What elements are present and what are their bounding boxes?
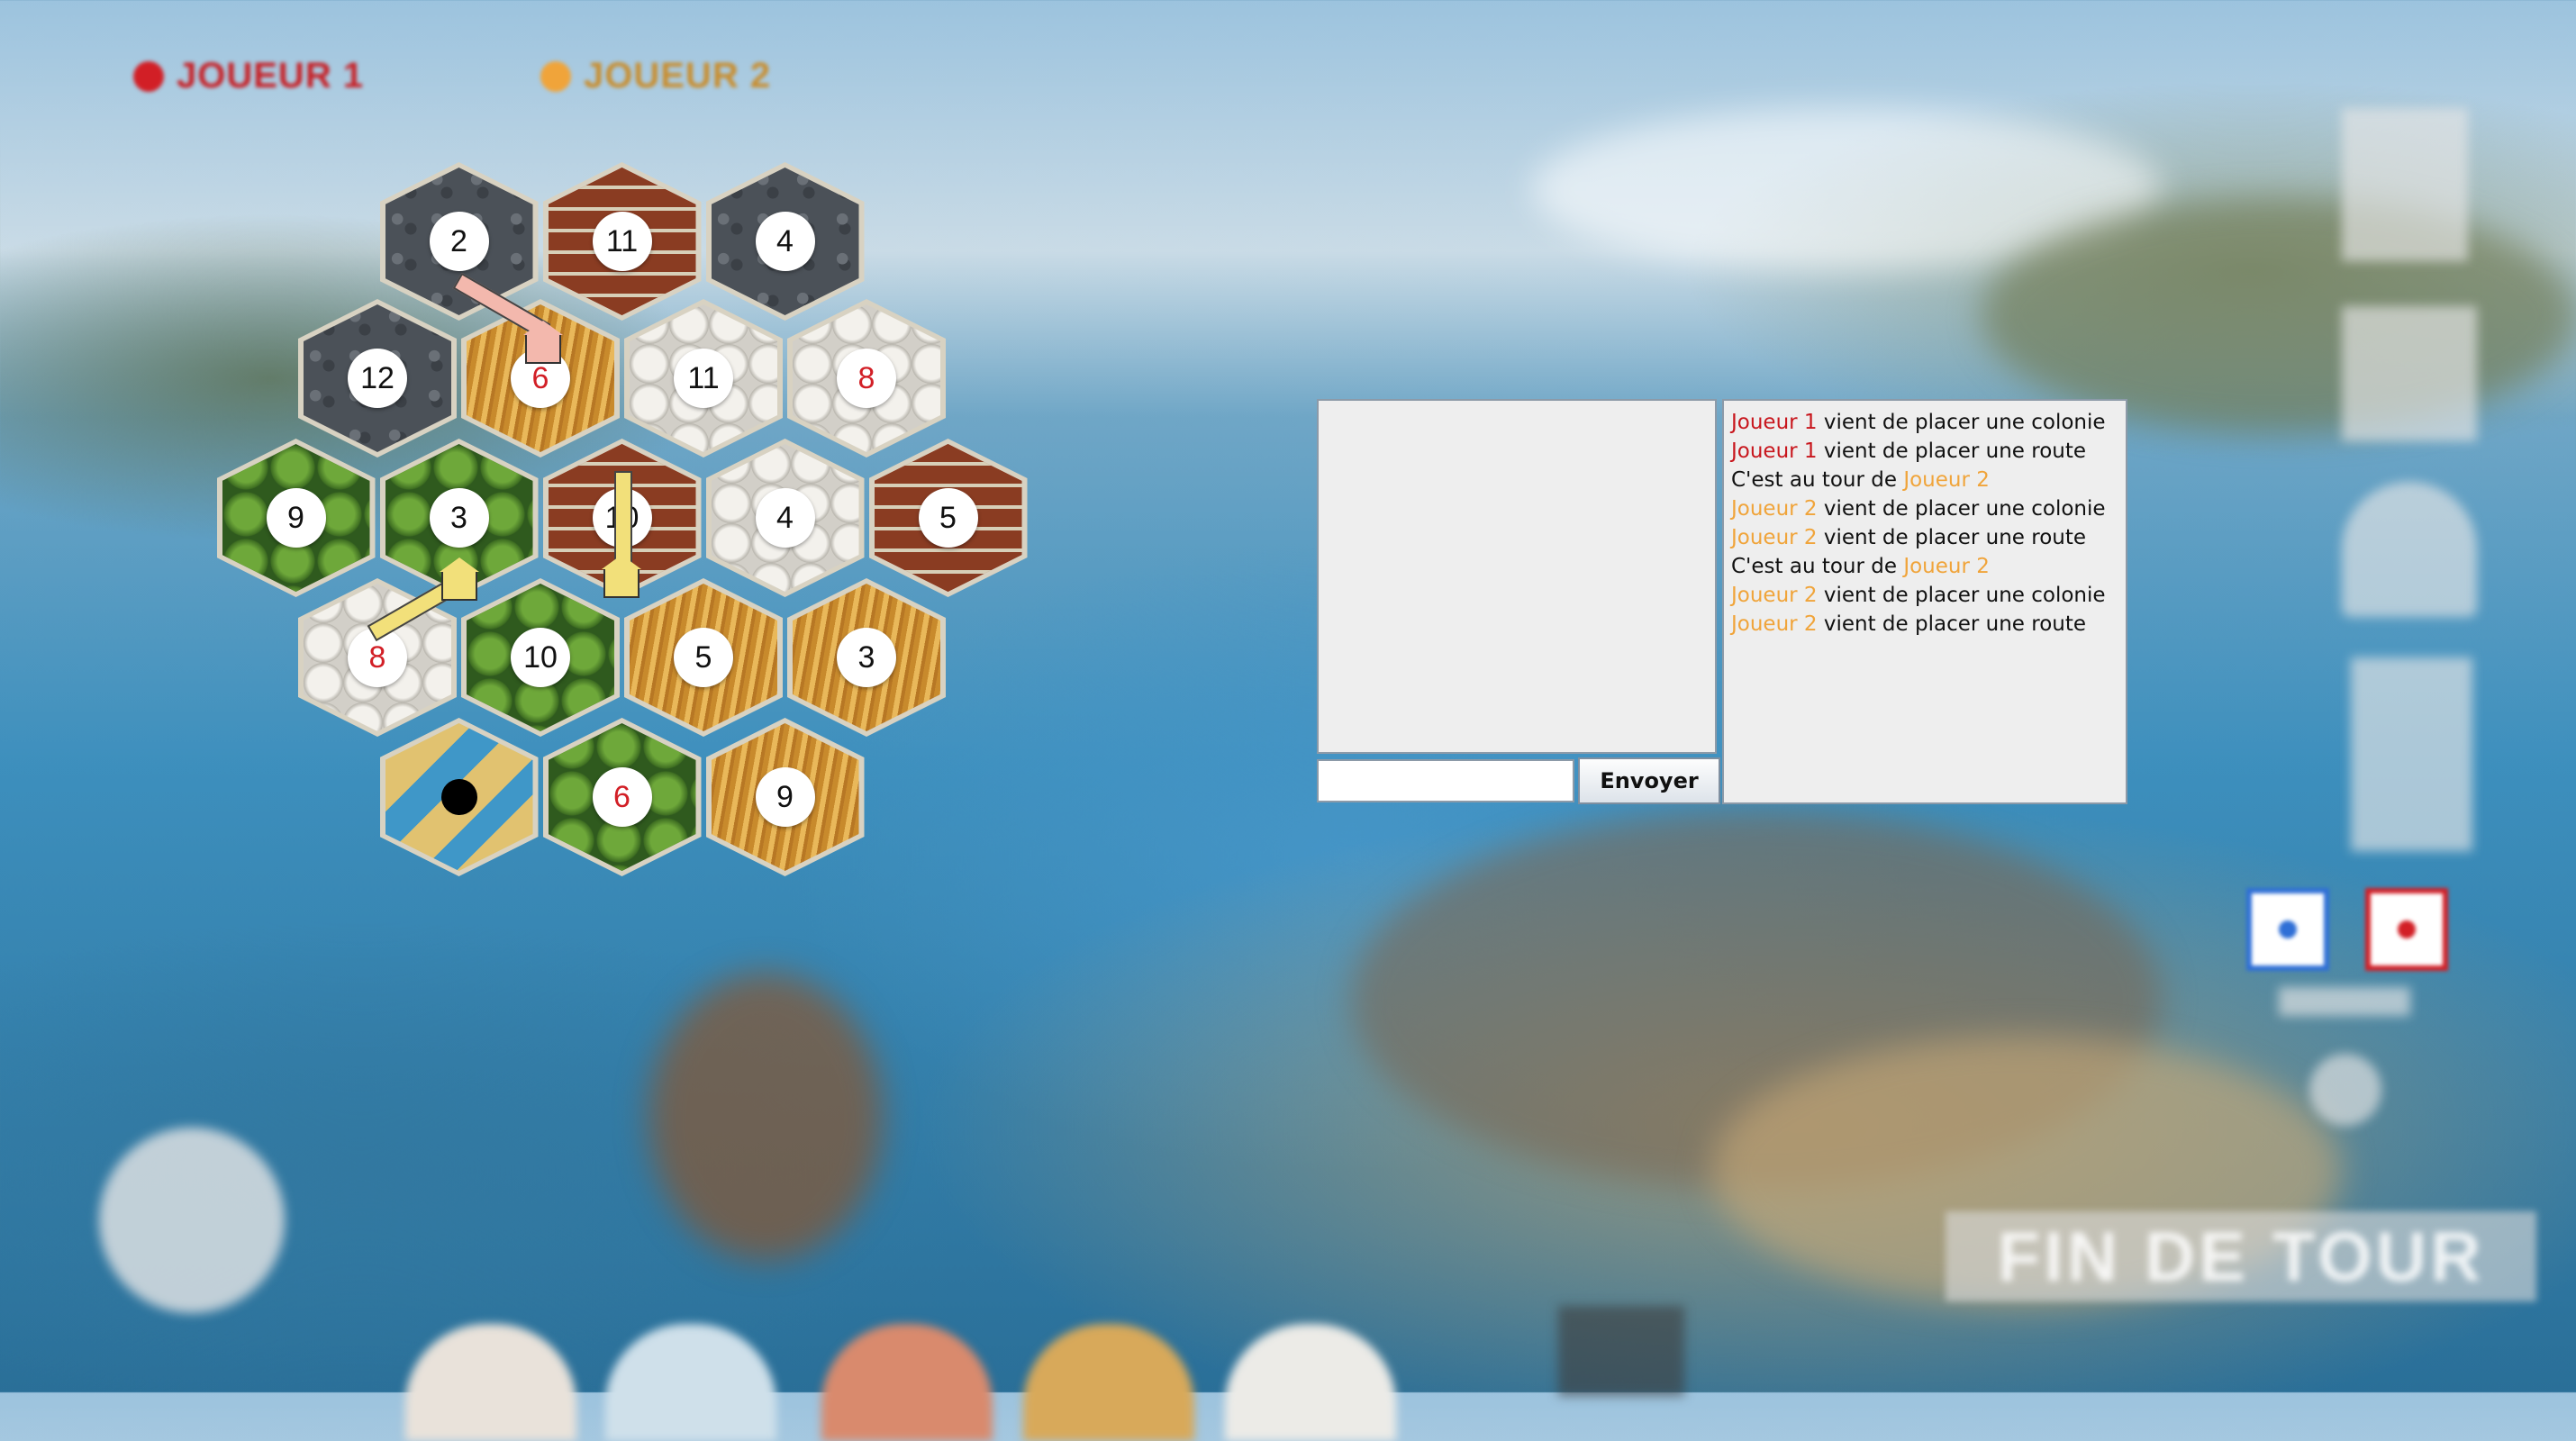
send-button[interactable]: Envoyer [1578, 757, 1720, 804]
number-token: 3 [837, 628, 896, 687]
die-blue[interactable] [2246, 888, 2329, 971]
log-line: Joueur 2 vient de placer une colonie [1731, 581, 2118, 610]
number-token: 11 [592, 212, 652, 271]
resource-card-brick[interactable] [821, 1324, 993, 1441]
number-token: 9 [266, 488, 326, 548]
die-red[interactable] [2365, 888, 2448, 971]
resource-card-brick[interactable] [405, 1324, 576, 1441]
card-stack-3[interactable] [2342, 482, 2477, 617]
dev-card-slot[interactable] [1558, 1306, 1684, 1396]
number-token: 4 [755, 488, 815, 548]
road-player-2 [614, 471, 632, 565]
number-token: 11 [674, 349, 733, 408]
log-text: vient de placer une route [1817, 526, 2087, 549]
log-line: Joueur 2 vient de placer une route [1731, 610, 2118, 639]
log-text: vient de placer une colonie [1817, 411, 2106, 434]
number-token: 5 [918, 488, 978, 548]
robber-icon[interactable] [440, 779, 477, 815]
log-text: vient de placer une colonie [1817, 584, 2106, 607]
resource-card-wool[interactable] [1225, 1324, 1396, 1441]
number-token: 5 [674, 628, 733, 687]
game-log[interactable]: Joueur 1 vient de placer une colonie Joue… [1722, 399, 2127, 804]
log-line: Joueur 2 vient de placer une route [1731, 523, 2118, 552]
log-text: C'est au tour de [1731, 555, 1904, 578]
resource-card-ore[interactable] [605, 1324, 776, 1441]
end-turn-button[interactable]: FIN DE TOUR [1946, 1211, 2536, 1301]
card-stack-2[interactable] [2342, 306, 2477, 441]
card-stack-1[interactable] [2342, 108, 2468, 261]
log-line: C'est au tour de Joueur 2 [1731, 466, 2118, 494]
number-token: 4 [755, 212, 815, 271]
player-name: Joueur 2 [1731, 612, 1818, 636]
number-token: 6 [592, 767, 652, 827]
log-line: Joueur 1 vient de placer une route [1731, 437, 2118, 466]
number-token: 2 [429, 212, 489, 271]
card-stack-4[interactable] [2351, 657, 2472, 851]
number-token: 12 [348, 349, 407, 408]
player-name: Joueur 1 [1731, 411, 1818, 434]
log-text: vient de placer une route [1817, 612, 2087, 636]
log-line: C'est au tour de Joueur 2 [1731, 552, 2118, 581]
log-text: vient de placer une route [1817, 440, 2087, 463]
player-name: Joueur 2 [1903, 555, 1990, 578]
chat-panel: Envoyer Joueur 1 vient de placer une col… [1317, 399, 2127, 804]
log-line: Joueur 1 vient de placer une colonie [1731, 408, 2118, 437]
dice-roll-button[interactable] [2279, 987, 2410, 1016]
resource-card-wheat[interactable] [1023, 1324, 1194, 1441]
player-name: Joueur 2 [1903, 468, 1990, 492]
number-token: 9 [755, 767, 815, 827]
game-board[interactable]: 21141261189310458105369 [0, 0, 1028, 919]
settings-button[interactable] [99, 1128, 285, 1313]
log-line: Joueur 2 vient de placer une colonie [1731, 494, 2118, 523]
chat-input[interactable] [1317, 759, 1574, 802]
colony-player-2 [602, 555, 641, 598]
colony-player-2 [440, 557, 479, 601]
number-token: 10 [511, 628, 570, 687]
player-name: Joueur 1 [1731, 440, 1818, 463]
number-token: 8 [837, 349, 896, 408]
log-text: C'est au tour de [1731, 468, 1904, 492]
log-text: vient de placer une colonie [1817, 497, 2106, 521]
player-name: Joueur 2 [1731, 497, 1818, 521]
player-name: Joueur 2 [1731, 584, 1818, 607]
chat-messages-area[interactable] [1317, 399, 1717, 754]
player-name: Joueur 2 [1731, 526, 1818, 549]
shield-icon[interactable] [2309, 1054, 2381, 1126]
colony-player-1 [523, 321, 563, 364]
number-token: 3 [429, 488, 489, 548]
